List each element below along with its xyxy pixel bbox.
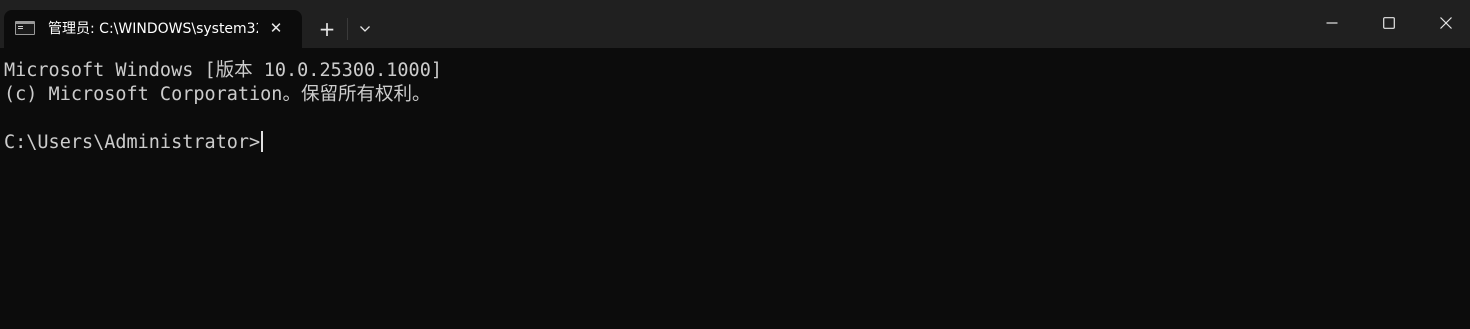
console-output[interactable]: Microsoft Windows [版本 10.0.25300.1000] (… bbox=[0, 48, 1470, 329]
console-line-version: Microsoft Windows [版本 10.0.25300.1000] bbox=[4, 60, 442, 81]
title-bar[interactable]: 管理员: C:\WINDOWS\system32\cmd.exe ✕ + bbox=[0, 0, 1470, 48]
tab-cmd[interactable]: 管理员: C:\WINDOWS\system32\cmd.exe ✕ bbox=[4, 10, 302, 48]
tab-close-button[interactable]: ✕ bbox=[264, 16, 288, 40]
new-tab-button[interactable]: + bbox=[310, 14, 344, 44]
minimize-button[interactable] bbox=[1302, 0, 1360, 46]
close-icon bbox=[1440, 17, 1452, 29]
chevron-down-icon bbox=[360, 26, 370, 32]
tab-dropdown-button[interactable] bbox=[352, 14, 378, 44]
tab-title: 管理员: C:\WINDOWS\system32\cmd.exe bbox=[48, 21, 258, 37]
text-cursor bbox=[261, 131, 264, 152]
tab-divider bbox=[347, 18, 348, 40]
minimize-icon bbox=[1326, 22, 1338, 24]
terminal-window: 管理员: C:\WINDOWS\system32\cmd.exe ✕ + bbox=[0, 0, 1470, 329]
command-prompt-line[interactable]: C:\Users\Administrator> bbox=[4, 131, 264, 155]
maximize-button[interactable] bbox=[1359, 0, 1417, 46]
close-window-button[interactable] bbox=[1416, 0, 1470, 46]
prompt-text: C:\Users\Administrator> bbox=[4, 132, 261, 153]
console-line-copyright: (c) Microsoft Corporation。保留所有权利。 bbox=[4, 84, 431, 105]
maximize-icon bbox=[1383, 17, 1395, 29]
command-prompt-icon bbox=[15, 21, 35, 35]
